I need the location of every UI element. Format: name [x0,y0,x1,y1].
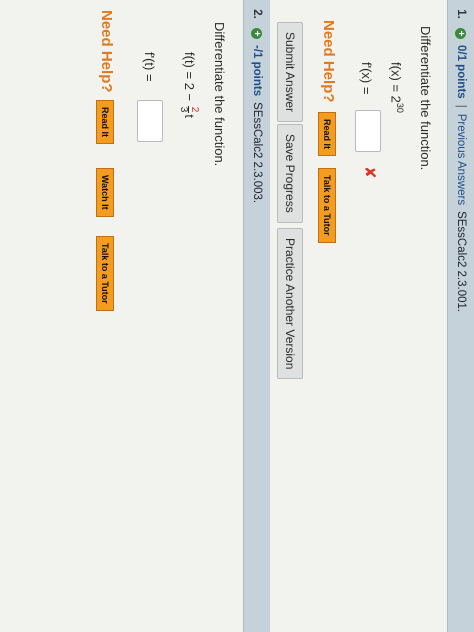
question-1-talk-tutor-button[interactable]: Talk to a Tutor [318,168,336,243]
question-1-function-lhs: f(x) = 2 [388,62,404,103]
previous-answers-link[interactable]: Previous Answers [455,114,467,205]
header-separator: | [455,104,467,108]
question-1-number: 1. [455,9,467,19]
question-2-code: SEssCalc2 2.3.003. [251,102,263,204]
question-1-code: SEssCalc2 2.3.001. [455,211,467,313]
question-2-instruction: Differentiate the function. [212,22,227,167]
expand-plus-icon[interactable]: + [455,28,467,39]
question-2-body: Differentiate the function. f(t) = 2 − 2… [0,0,243,632]
question-1-need-help: Need Help? [320,20,337,103]
question-2-points[interactable]: -/1 points [251,45,263,96]
save-progress-button[interactable]: Save Progress [277,124,303,223]
question-2-need-help: Need Help? [98,10,115,93]
question-2-answer-input[interactable] [137,100,163,142]
practice-another-version-button[interactable]: Practice Another Version [277,228,303,380]
question-2-function: f(t) = 2 − 2 3 t [178,52,200,118]
question-1-body: Differentiate the function. f(x) = 230 f… [271,0,447,632]
submit-answer-button[interactable]: Submit Answer [277,22,303,123]
question-1-instruction: Differentiate the function. [418,26,433,171]
question-2-read-it-button[interactable]: Read It [96,100,114,145]
question-1-header: 1. + 0/1 points | Previous Answers SEssC… [447,0,474,632]
question-2-watch-it-button[interactable]: Watch It [96,168,114,217]
fraction-denominator: 3 [178,106,189,113]
question-2-variable: t [182,114,198,118]
question-2-header: 2. + -/1 points SEssCalc2 2.3.003. [243,0,270,632]
fraction-numerator: 2 [188,105,200,114]
question-1-points[interactable]: 0/1 points [455,45,467,99]
question-1-read-it-button[interactable]: Read It [318,112,336,157]
assignment-page: 1. + 0/1 points | Previous Answers SEssC… [0,0,474,632]
question-1-answer-input[interactable] [355,110,381,152]
question-2-number: 2. [251,9,263,19]
question-1-function: f(x) = 230 [389,62,405,113]
question-2-function-lhs: f(t) = 2 − [182,52,198,102]
question-2-fraction: 2 3 [178,105,200,114]
question-1-answer-label: f'(x) = [359,62,374,95]
question-2-answer-label: f'(t) = [142,52,157,82]
question-2-talk-tutor-button[interactable]: Talk to a Tutor [96,236,114,311]
expand-plus-icon[interactable]: + [251,28,263,39]
question-1-exponent: 30 [395,102,405,113]
x-mark-icon: ✘ [361,166,378,179]
